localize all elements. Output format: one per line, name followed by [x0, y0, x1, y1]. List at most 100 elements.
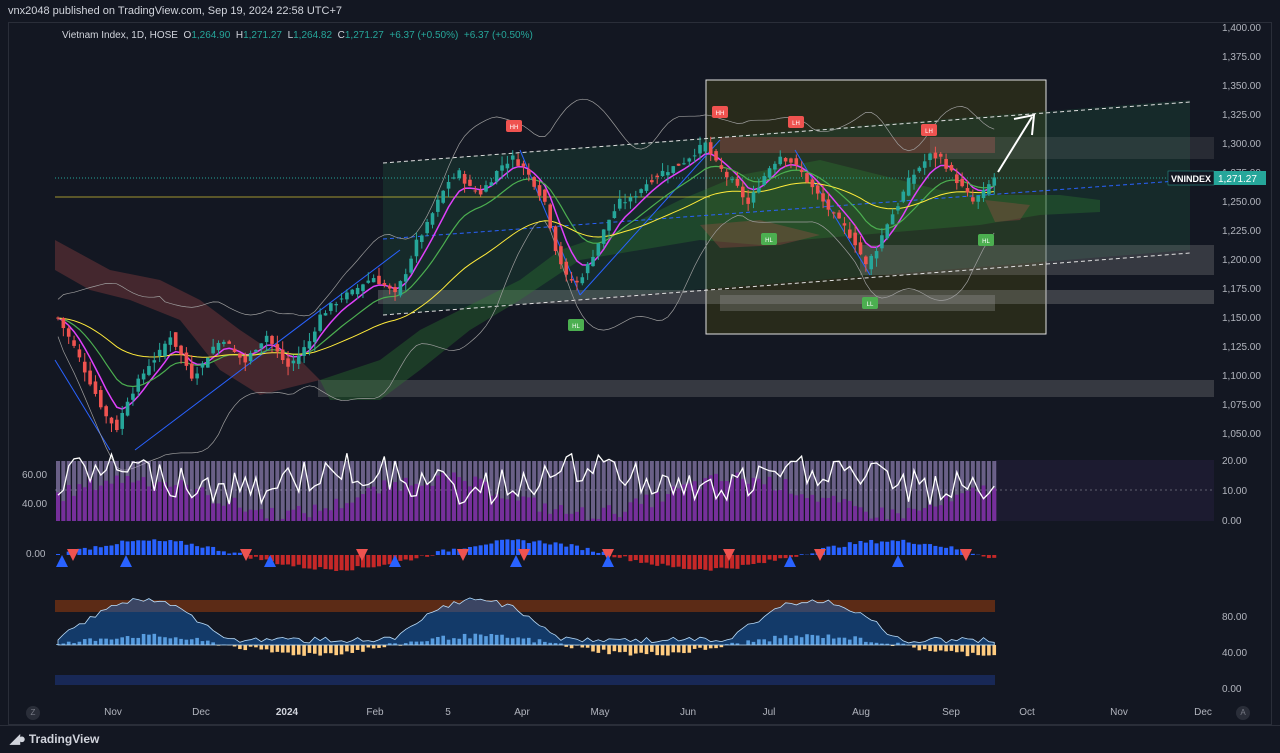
- rsi-bar: [853, 506, 858, 521]
- macd-bar: [949, 546, 954, 555]
- candle-body: [976, 195, 980, 202]
- macd-bar: [639, 555, 644, 563]
- high-label: H: [235, 30, 244, 41]
- price-tag-ticker: VNINDEX: [1171, 174, 1211, 184]
- osc-bar: [334, 645, 338, 656]
- candle-body: [264, 335, 269, 343]
- candle-body: [345, 292, 349, 300]
- candle-body: [864, 256, 868, 265]
- candle-body: [912, 174, 916, 184]
- price-chart[interactable]: HH HH LH LH HL HL HL LL 1,400.00 1,375.00 1,350.0…: [0, 0, 1280, 725]
- rsi-bar: [558, 505, 563, 521]
- rsi-bar: [451, 472, 456, 521]
- candle-body: [211, 346, 215, 354]
- macd-bar: [88, 549, 93, 555]
- macd-bar: [655, 555, 660, 566]
- rsi-bar: [944, 495, 949, 521]
- rsi-bar: [553, 509, 558, 521]
- rsi-bar: [676, 488, 681, 521]
- rsi-bar: [601, 507, 606, 521]
- rsi-bar: [387, 486, 392, 521]
- symbol-info[interactable]: Vietnam Index, 1D, HOSE O1,264.90 H1,271…: [62, 30, 533, 41]
- candle-body: [724, 171, 729, 178]
- change-value: +6.37 (+0.50%): [389, 30, 459, 41]
- rsi-bar: [221, 505, 226, 521]
- candle-body: [291, 360, 296, 364]
- candle-body: [120, 412, 124, 429]
- macd-bar: [377, 555, 381, 567]
- macd-bar: [366, 555, 371, 568]
- osc-bar: [371, 645, 376, 649]
- rsi-bar: [446, 476, 451, 521]
- candle-body: [302, 347, 306, 356]
- rsi-bar: [965, 490, 970, 521]
- rsi-bar: [93, 489, 98, 521]
- candle-body: [949, 164, 954, 171]
- macd-bar: [986, 555, 991, 559]
- time-axis[interactable]: Nov Dec 2024 Feb 5 Apr May Jun Jul Aug Sep Oct Nov De…: [104, 707, 1212, 718]
- candle-body: [762, 176, 766, 186]
- rsi-bar: [548, 513, 553, 521]
- macd-bar: [435, 551, 440, 555]
- rsi-bar: [232, 497, 237, 521]
- rsi-bar: [500, 498, 505, 521]
- rsi-bar: [933, 506, 938, 521]
- osc-bar: [692, 645, 697, 649]
- macd-bar: [783, 555, 788, 559]
- candle-body: [532, 177, 536, 187]
- swing-label-text: HH: [716, 111, 725, 117]
- osc-bar: [275, 645, 280, 652]
- macd-bar: [532, 541, 537, 555]
- rsi-bar: [425, 484, 430, 521]
- rsi-bar: [815, 501, 820, 521]
- osc-bar: [355, 645, 360, 650]
- macd-bar: [853, 544, 858, 555]
- candle-body: [88, 370, 92, 385]
- candle-body: [286, 358, 290, 367]
- macd-bar: [542, 543, 547, 555]
- candle-body: [671, 166, 676, 173]
- swing-label-text: LL: [867, 302, 874, 308]
- macd-bar: [109, 545, 114, 555]
- candle-body: [243, 355, 248, 363]
- timezone-icon[interactable]: Z: [26, 706, 40, 720]
- rsi-bar: [82, 487, 87, 521]
- macd-bar: [901, 539, 906, 555]
- rsi-bar: [109, 483, 114, 521]
- rsi-bar: [205, 495, 210, 521]
- candle-body: [944, 159, 948, 169]
- rsi-bar: [596, 518, 601, 521]
- time-tick: Oct: [1019, 707, 1035, 718]
- macd-bar: [505, 539, 510, 555]
- price-axis[interactable]: 1,400.00 1,375.00 1,350.00 1,325.00 1,300.00…: [1222, 23, 1261, 440]
- candle-body: [334, 303, 338, 306]
- rsi-bar: [77, 484, 82, 521]
- candle-body: [848, 229, 852, 238]
- macd-bar: [403, 555, 408, 560]
- macd-bar: [56, 554, 60, 555]
- rsi-bar: [516, 500, 521, 521]
- rsi-bar: [72, 495, 77, 521]
- candle-body: [414, 239, 419, 257]
- candle-body: [382, 282, 387, 286]
- candle-body: [810, 179, 815, 188]
- candle-body: [510, 155, 515, 160]
- candle-body: [521, 163, 526, 167]
- price-tick: 1,375.00: [1222, 52, 1261, 63]
- osc-bar: [655, 645, 659, 656]
- macd-bar: [665, 555, 670, 566]
- osc-bar: [955, 645, 959, 653]
- candle-body: [527, 169, 531, 175]
- auto-scale-icon[interactable]: A: [1236, 706, 1250, 720]
- rsi-bar: [435, 475, 440, 521]
- macd-bar: [569, 544, 574, 555]
- symbol-name: Vietnam Index, 1D, HOSE: [62, 30, 178, 41]
- rsi-bar: [901, 518, 906, 521]
- candle-body: [644, 184, 649, 191]
- candle-body: [141, 373, 146, 380]
- candle-body: [66, 328, 71, 337]
- tradingview-logo[interactable]: ◢● TradingView: [10, 731, 99, 747]
- macd-bar: [558, 543, 563, 555]
- macd-bar: [371, 555, 376, 568]
- price-tick: 1,150.00: [1222, 313, 1261, 324]
